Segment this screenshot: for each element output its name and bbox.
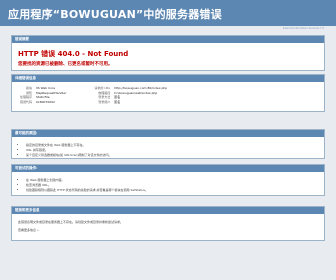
error-description: 您要找的资源已被删除、已更名或暂时不可用。 — [18, 62, 113, 67]
panel-header: 详细错误信息 — [12, 75, 324, 82]
detail-value: 0x80070002 — [36, 99, 55, 104]
info-panel: 链接和更多信息 此错误表明文件或目录在服务器上不存在。请创建文件或目录并重新尝试… — [11, 206, 325, 241]
panel-header: 可尝试的操作: — [12, 165, 324, 172]
detail-value: 匿名 — [114, 99, 121, 104]
panel-header-label: 详细错误信息 — [15, 76, 36, 80]
panel-header-label: 链接和更多信息 — [15, 208, 40, 212]
detail-panel: 详细错误信息 模块 IIS Web Core 请求的 URL http://bo… — [11, 74, 325, 112]
detail-value: http://bowuguan.com:80/index.php — [114, 86, 168, 90]
list-item: 某个自定义筛选器或模块(如 URLScan)限制了对该文件的访问。 — [26, 153, 318, 158]
panel-header: 最可能的原因: — [12, 130, 324, 137]
info-text: 此错误表明文件或目录在服务器上不存在。请创建文件或目录并重新尝试请求。 — [18, 220, 124, 224]
actions-list: 在 Web 服务器上创建内容。 检查浏览器 URL。 创建跟踪规则以跟踪此 HT… — [22, 178, 318, 193]
detail-table: 模块 IIS Web Core 请求的 URL http://bowuguan.… — [18, 86, 169, 104]
actions-panel: 可尝试的操作: 在 Web 服务器上创建内容。 检查浏览器 URL。 创建跟踪规… — [11, 164, 325, 196]
detail-key: 处理程序 — [20, 95, 33, 99]
server-info: Internet Information Services 7.5 — [282, 27, 324, 30]
error-summary-panel: 错误摘要 HTTP 错误 404.0 - Not Found 您要找的资源已被删… — [11, 35, 325, 71]
table-row: 错误代码 0x80070002 登录用户 匿名 — [18, 100, 169, 105]
page-title: 应用程序“BOWUGUAN”中的服务器错误 — [8, 8, 222, 21]
list-item: 创建跟踪规则以跟踪此 HTTP 状态代码的失败的请求,并查看是哪个模块在调用 S… — [26, 188, 318, 193]
detail-key: 错误代码 — [20, 99, 33, 104]
sub-bar: Internet Information Services 7.5 — [0, 26, 336, 35]
more-info-link[interactable]: 查看更多信息 » — [18, 228, 318, 233]
http-error-heading: HTTP 错误 404.0 - Not Found — [18, 50, 129, 58]
panel-header: 错误摘要 — [12, 36, 324, 43]
title-bar: 应用程序“BOWUGUAN”中的服务器错误 — [0, 0, 336, 26]
detail-key: 登录用户 — [98, 99, 111, 104]
panel-header-label: 最可能的原因: — [15, 131, 38, 135]
panel-header: 链接和更多信息 — [12, 207, 324, 214]
detail-key: 请求的 URL — [94, 86, 111, 90]
panel-header-label: 可尝试的操作: — [15, 166, 38, 170]
causes-list: 指定的目录或文件在 Web 服务器上不存在。 URL 拼写错误。 某个自定义筛选… — [22, 143, 318, 158]
panel-header-label: 错误摘要 — [15, 37, 29, 41]
table-row: 模块 IIS Web Core 请求的 URL http://bowuguan.… — [18, 86, 169, 91]
causes-panel: 最可能的原因: 指定的目录或文件在 Web 服务器上不存在。 URL 拼写错误。… — [11, 129, 325, 159]
